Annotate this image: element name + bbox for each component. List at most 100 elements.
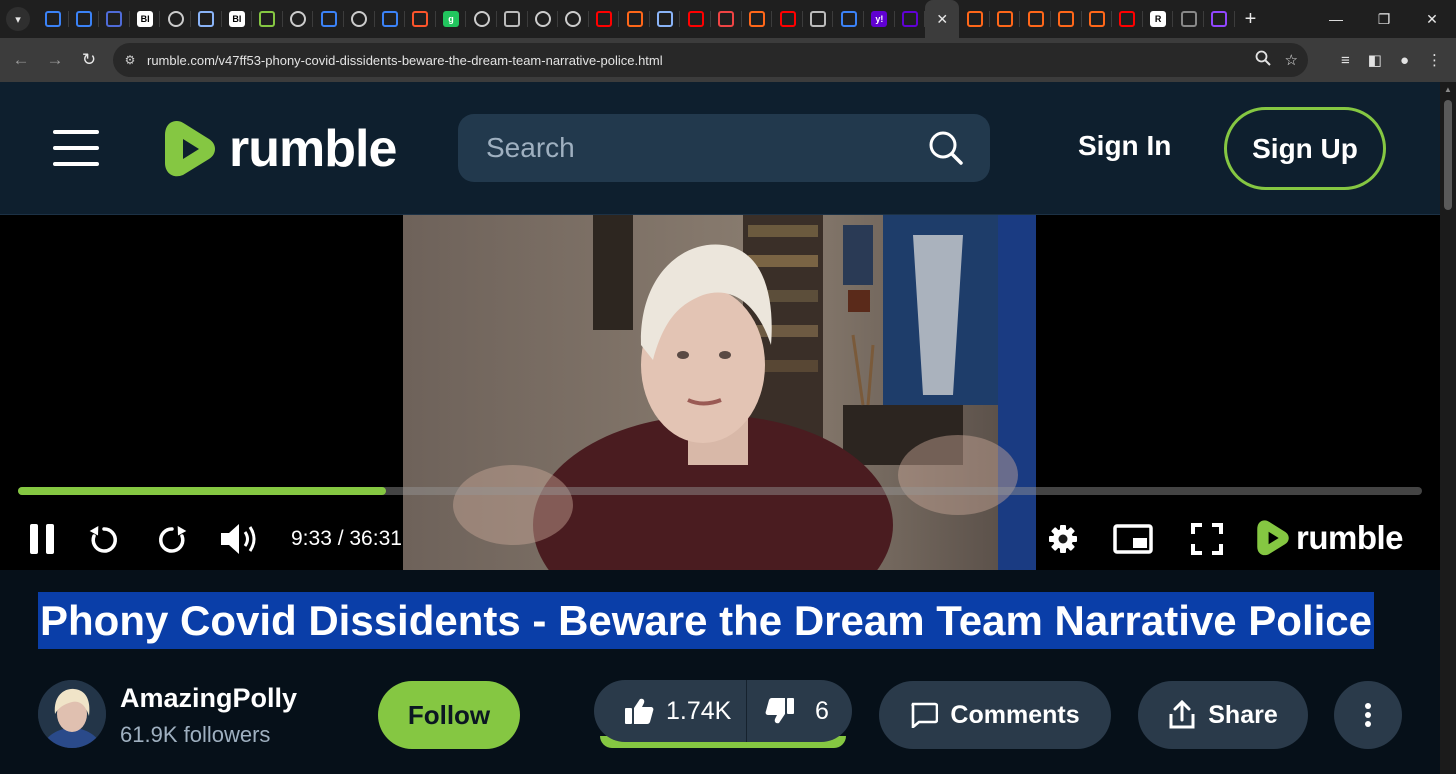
media-control-icon[interactable]: ≡: [1341, 52, 1350, 69]
browser-tab[interactable]: [680, 0, 711, 38]
browser-tab[interactable]: [191, 0, 222, 38]
channel-name[interactable]: AmazingPolly: [120, 683, 297, 714]
bookmark-star-icon[interactable]: ☆: [1285, 51, 1298, 69]
hamburger-menu-icon[interactable]: [53, 130, 99, 166]
rumble-logo-icon: [1257, 520, 1289, 556]
browser-tab[interactable]: R: [1143, 0, 1174, 38]
browser-tab[interactable]: [650, 0, 681, 38]
forward-skip-button[interactable]: [154, 515, 190, 563]
picture-in-picture-button[interactable]: [1113, 515, 1153, 563]
tab-search-button[interactable]: ▾: [6, 7, 30, 31]
browser-tab[interactable]: [959, 0, 990, 38]
browser-tab[interactable]: BI: [130, 0, 161, 38]
browser-tab[interactable]: [895, 0, 926, 38]
browser-tab[interactable]: [466, 0, 497, 38]
browser-tab[interactable]: ✕: [925, 0, 960, 38]
browser-tab[interactable]: [528, 0, 559, 38]
site-info-icon[interactable]: ⚙: [113, 53, 147, 67]
browser-tabstrip: ▾ BI BI g y! ✕ R + — ❐ ✕: [0, 0, 1456, 38]
substack-icon: [626, 11, 643, 27]
rewind-button[interactable]: [86, 515, 122, 563]
settings-button[interactable]: [1046, 515, 1080, 563]
browser-tab[interactable]: BI: [222, 0, 253, 38]
back-button[interactable]: ←: [4, 43, 38, 77]
browser-tab[interactable]: [558, 0, 589, 38]
shield-icon: [45, 11, 62, 27]
browser-tab[interactable]: [160, 0, 191, 38]
zoom-icon[interactable]: [1255, 50, 1271, 70]
browser-tab[interactable]: g: [436, 0, 467, 38]
more-options-button[interactable]: [1334, 681, 1402, 749]
volume-button[interactable]: [218, 515, 260, 563]
browser-tab[interactable]: [313, 0, 344, 38]
browser-tab[interactable]: [1051, 0, 1082, 38]
search-input[interactable]: [458, 132, 898, 164]
comments-button[interactable]: Comments: [879, 681, 1111, 749]
video-frame[interactable]: [403, 215, 1036, 570]
browser-tab[interactable]: [252, 0, 283, 38]
browser-tab[interactable]: [772, 0, 803, 38]
browser-tab[interactable]: [1082, 0, 1113, 38]
rumble-logo[interactable]: rumble: [163, 118, 397, 180]
restore-button[interactable]: ❐: [1360, 0, 1408, 38]
browser-tab[interactable]: [1173, 0, 1204, 38]
pause-icon: [30, 524, 54, 554]
avatar-image: [38, 680, 106, 748]
video-title: Phony Covid Dissidents - Beware the Drea…: [38, 592, 1375, 649]
browser-tab[interactable]: [405, 0, 436, 38]
profile-icon[interactable]: ●: [1400, 52, 1409, 69]
rumble-logo-icon: [165, 121, 215, 177]
browser-tab[interactable]: [1020, 0, 1051, 38]
minimize-button[interactable]: —: [1312, 0, 1360, 38]
fullscreen-icon: [1191, 523, 1223, 555]
video-player[interactable]: 9:33 / 36:31 rumble: [0, 215, 1440, 570]
browser-tab[interactable]: [99, 0, 130, 38]
browser-tab[interactable]: [375, 0, 406, 38]
browser-tab[interactable]: [803, 0, 834, 38]
sign-in-link[interactable]: Sign In: [1078, 130, 1171, 162]
like-button[interactable]: 1.74K: [594, 680, 747, 742]
dislike-count: 6: [815, 696, 829, 725]
sign-up-button[interactable]: Sign Up: [1224, 107, 1386, 190]
c-icon: [840, 11, 857, 27]
fullscreen-button[interactable]: [1190, 515, 1224, 563]
reload-button[interactable]: ↻: [72, 43, 106, 77]
browser-tab[interactable]: [1112, 0, 1143, 38]
browser-tab[interactable]: [990, 0, 1021, 38]
browser-tab[interactable]: [1204, 0, 1235, 38]
menu-kebab-icon[interactable]: ⋮: [1427, 51, 1442, 69]
search-bar[interactable]: [458, 114, 990, 182]
browser-tab[interactable]: y!: [864, 0, 895, 38]
browser-tab[interactable]: [69, 0, 100, 38]
browser-tab[interactable]: [283, 0, 314, 38]
browser-tab[interactable]: [344, 0, 375, 38]
scrollbar-thumb[interactable]: [1444, 100, 1452, 210]
browser-tab[interactable]: [497, 0, 528, 38]
close-window-button[interactable]: ✕: [1408, 0, 1456, 38]
dislike-button[interactable]: 6: [747, 680, 851, 742]
url-text[interactable]: rumble.com/v47ff53-phony-covid-dissident…: [147, 53, 663, 68]
browser-tab[interactable]: [833, 0, 864, 38]
video-progress-bar[interactable]: [18, 487, 1422, 495]
share-button[interactable]: Share: [1138, 681, 1308, 749]
browser-tab[interactable]: [619, 0, 650, 38]
follow-button[interactable]: Follow: [378, 681, 520, 749]
globe-icon: [167, 11, 184, 27]
new-tab-button[interactable]: +: [1245, 8, 1257, 31]
forward-button[interactable]: →: [38, 43, 72, 77]
address-bar[interactable]: ⚙ rumble.com/v47ff53-phony-covid-disside…: [113, 43, 1308, 77]
side-panel-icon[interactable]: ◧: [1368, 51, 1382, 69]
browser-tab[interactable]: [38, 0, 69, 38]
browser-tab[interactable]: [742, 0, 773, 38]
channel-avatar[interactable]: [38, 680, 106, 748]
browser-tab[interactable]: [589, 0, 620, 38]
page-scrollbar[interactable]: ▲: [1440, 82, 1456, 774]
scroll-up-arrow-icon[interactable]: ▲: [1444, 85, 1452, 94]
substack-icon: [748, 11, 765, 27]
window-controls: — ❐ ✕: [1312, 0, 1456, 38]
browser-tab[interactable]: [711, 0, 742, 38]
player-rumble-logo[interactable]: rumble: [1256, 519, 1404, 557]
yahoo-icon: y!: [871, 11, 888, 27]
pause-button[interactable]: [26, 515, 58, 563]
search-icon[interactable]: [928, 130, 964, 166]
